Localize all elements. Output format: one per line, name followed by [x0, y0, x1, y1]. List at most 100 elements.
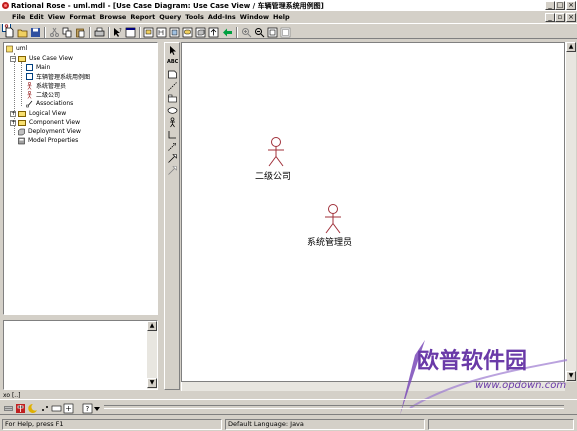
tree-item-label: Deployment View: [28, 128, 81, 135]
close-button[interactable]: ×: [566, 1, 576, 10]
soft-keyboard-icon[interactable]: [51, 403, 62, 414]
menu-format[interactable]: Format: [69, 13, 95, 21]
tree-item-main[interactable]: Main: [26, 63, 50, 72]
browse-state-diagram-icon[interactable]: [182, 27, 193, 38]
dependency-tool-icon[interactable]: [167, 141, 178, 152]
tree-item-label: 车辆管理系统用例图: [36, 74, 91, 81]
tree-item-secondary-company[interactable]: 二级公司: [26, 90, 60, 99]
log-tab[interactable]: xo [..]: [3, 392, 33, 399]
maximize-button[interactable]: □: [555, 1, 565, 10]
view-documentation-icon[interactable]: [125, 27, 136, 38]
tree-item-logical-view[interactable]: + Logical View: [10, 109, 66, 118]
selection-tool-icon[interactable]: [167, 45, 178, 56]
actor-secondary-company[interactable]: [265, 136, 287, 168]
folder-icon: [18, 110, 26, 117]
collapse-toggle[interactable]: −: [10, 55, 16, 62]
use-case-tool-icon[interactable]: [167, 105, 178, 116]
help-icon[interactable]: ?: [82, 403, 93, 414]
svg-text:?: ?: [119, 28, 122, 34]
browse-interaction-diagram-icon[interactable]: [156, 27, 167, 38]
toolbar-track: [104, 405, 564, 409]
anchor-note-tool-icon[interactable]: [167, 81, 178, 92]
tree-item-associations[interactable]: Associations: [26, 99, 73, 108]
menu-view[interactable]: View: [48, 13, 66, 21]
tree-item-component-view[interactable]: + Component View: [10, 118, 80, 127]
actor-label-system-admin[interactable]: 系统管理员: [307, 235, 352, 248]
tree-root[interactable]: uml: [6, 44, 27, 53]
svg-text:?: ?: [86, 405, 90, 413]
moon-icon[interactable]: [27, 403, 38, 414]
ime-toolbar: ?: [0, 399, 577, 415]
keyboard-icon[interactable]: [3, 403, 14, 414]
tree-item-use-case-view[interactable]: − Use Case View: [10, 54, 73, 63]
browse-class-diagram-icon[interactable]: [143, 27, 154, 38]
menu-window[interactable]: Window: [240, 13, 269, 21]
open-icon[interactable]: [17, 27, 28, 38]
new-icon[interactable]: [4, 27, 15, 38]
documentation-panel[interactable]: ▲ ▼: [3, 320, 158, 390]
copy-icon[interactable]: [62, 27, 73, 38]
actor-system-admin[interactable]: [322, 203, 344, 235]
context-help-icon[interactable]: ?: [112, 27, 123, 38]
browse-deployment-diagram-icon[interactable]: [195, 27, 206, 38]
standard-toolbar: ?: [0, 23, 577, 39]
menu-report[interactable]: Report: [130, 13, 155, 21]
scroll-down-button[interactable]: ▼: [147, 378, 157, 388]
punctuation-icon[interactable]: [39, 403, 50, 414]
package-tool-icon[interactable]: [167, 93, 178, 104]
menu-file[interactable]: File: [12, 13, 25, 21]
expand-toggle[interactable]: +: [10, 119, 16, 126]
dropdown-arrow-icon[interactable]: [93, 403, 101, 414]
actor-label-secondary-company[interactable]: 二级公司: [255, 169, 291, 182]
browse-parent-icon[interactable]: [208, 27, 219, 38]
zoom-in-icon[interactable]: [241, 27, 252, 38]
generalization-tool-icon[interactable]: [167, 153, 178, 164]
cut-icon[interactable]: [49, 27, 60, 38]
note-tool-icon[interactable]: [167, 69, 178, 80]
tree-item-model-properties[interactable]: Model Properties: [18, 136, 78, 145]
menu-browse[interactable]: Browse: [99, 13, 126, 21]
menu-bar: File Edit View Format Browse Report Quer…: [0, 11, 577, 32]
browse-component-diagram-icon[interactable]: [169, 27, 180, 38]
menu-query[interactable]: Query: [159, 13, 181, 21]
undo-fit-in-window-icon[interactable]: [280, 27, 291, 38]
use-case-diagram-icon: [26, 73, 33, 80]
menu-add-ins[interactable]: Add-Ins: [208, 13, 236, 21]
child-close-button[interactable]: ×: [566, 13, 576, 22]
text-tool-icon[interactable]: ABC: [167, 57, 178, 68]
save-icon[interactable]: [30, 27, 41, 38]
pane-splitter[interactable]: [159, 42, 163, 392]
menu-tools[interactable]: Tools: [185, 13, 204, 21]
watermark-url: www.opdown.com: [475, 380, 566, 391]
child-restore-button[interactable]: ▫: [555, 13, 565, 22]
expand-toggle[interactable]: +: [10, 110, 16, 117]
realization-tool-icon[interactable]: [167, 165, 178, 176]
menu-help[interactable]: Help: [273, 13, 290, 21]
doc-vertical-scrollbar[interactable]: ▲ ▼: [146, 321, 157, 389]
title-bar: Rational Rose - uml.mdl - [Use Case Diag…: [0, 0, 577, 11]
deployment-view-icon: [18, 128, 25, 135]
watermark-text: 欧普软件园: [417, 348, 527, 374]
rational-rose-icon: [2, 2, 9, 9]
scroll-up-button[interactable]: ▲: [147, 321, 157, 331]
child-minimize-button[interactable]: _: [545, 13, 555, 22]
actor-tool-icon[interactable]: [167, 117, 178, 128]
fit-in-window-icon[interactable]: [267, 27, 278, 38]
model-icon: [6, 45, 13, 52]
zoom-out-icon[interactable]: [254, 27, 265, 38]
paste-icon[interactable]: [75, 27, 86, 38]
print-icon[interactable]: [94, 27, 105, 38]
settings-icon[interactable]: [63, 403, 74, 414]
minimize-button[interactable]: _: [545, 1, 555, 10]
scroll-up-button[interactable]: ▲: [566, 42, 576, 52]
browse-previous-diagram-icon[interactable]: [222, 27, 233, 38]
tree-item-vehicle-diagram[interactable]: 车辆管理系统用例图: [26, 72, 90, 81]
unidirectional-association-tool-icon[interactable]: [167, 129, 178, 140]
tree-item-label: 二级公司: [36, 92, 61, 99]
menu-edit[interactable]: Edit: [29, 13, 43, 21]
tree-item-system-admin[interactable]: 系统管理员: [26, 81, 66, 90]
tree-item-deployment-view[interactable]: Deployment View: [18, 127, 81, 136]
diagram-toolbox: ABC: [164, 42, 180, 390]
input-method-icon[interactable]: [15, 403, 26, 414]
folder-icon: [18, 119, 26, 126]
